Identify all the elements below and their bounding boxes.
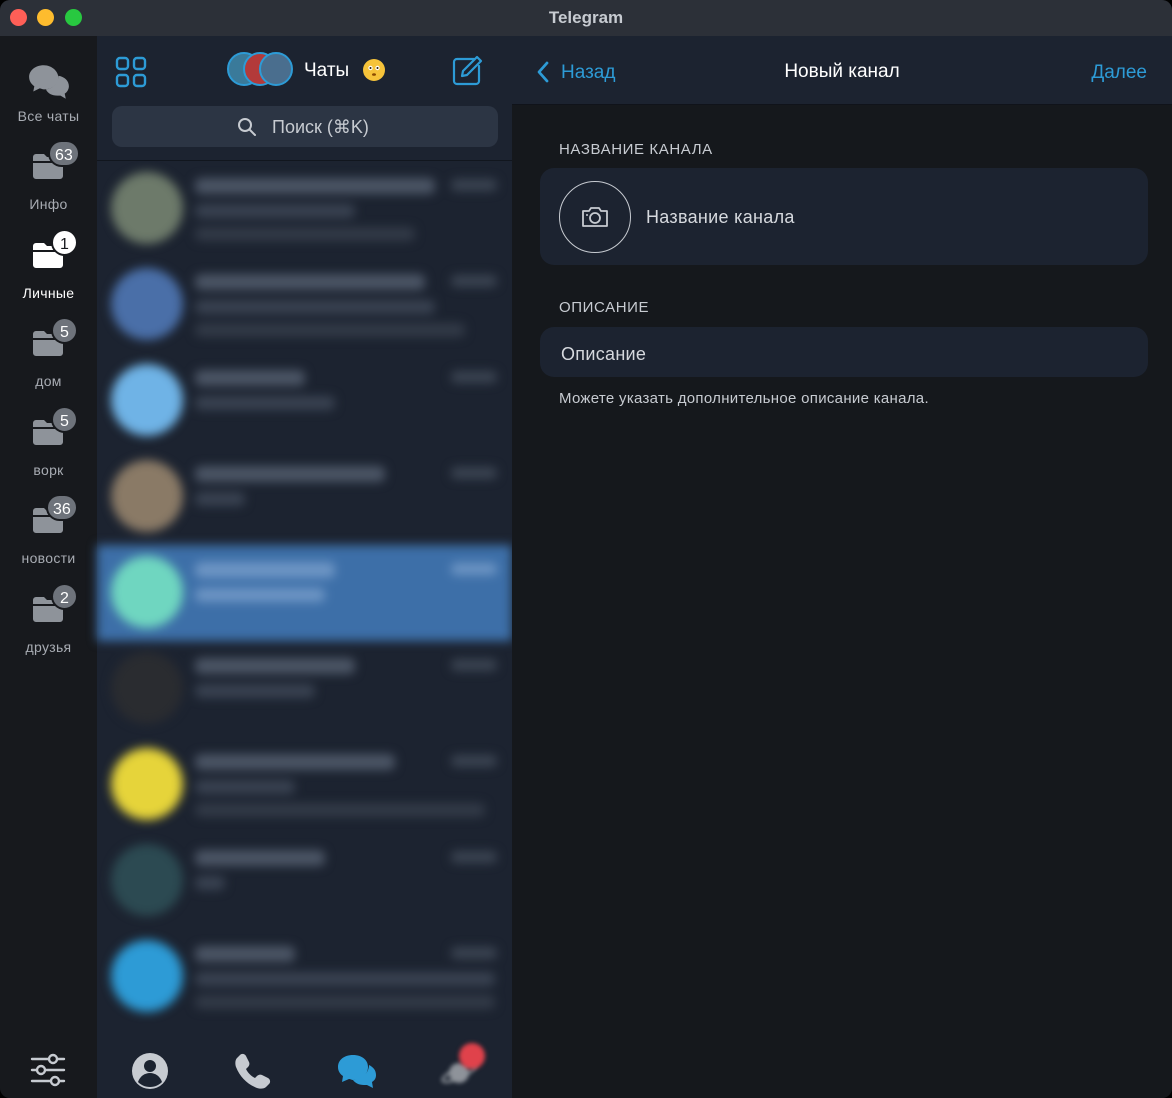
folder-label: новости — [21, 550, 76, 566]
avatar — [111, 556, 183, 628]
description-input[interactable]: Описание — [561, 344, 646, 365]
list-item[interactable] — [97, 353, 512, 449]
unread-badge: 5 — [51, 406, 78, 433]
search-placeholder: Поиск (⌘K) — [272, 117, 369, 137]
folder-news[interactable]: 36 новости — [0, 488, 97, 568]
avatar — [111, 364, 183, 436]
folder-label: Личные — [22, 285, 75, 301]
telegram-window: Telegram Все чаты 63 Инфо 1 Личные 5 дом… — [0, 0, 1172, 1098]
folder-label: ворк — [33, 462, 64, 478]
folder-label: Все чаты — [17, 108, 80, 124]
avatar — [111, 460, 183, 532]
chats-title: Чаты — [304, 60, 350, 81]
list-item[interactable] — [97, 449, 512, 545]
page-title: Новый канал — [784, 61, 900, 82]
folder-label: Инфо — [29, 196, 68, 212]
chat-list-header: Чаты Поиск (⌘K) — [97, 36, 512, 161]
description-card: Описание — [540, 327, 1148, 377]
folder-label: дом — [35, 373, 62, 389]
profile-icon[interactable] — [128, 1049, 172, 1093]
window-title: Telegram — [548, 8, 624, 27]
folder-all-chats[interactable]: Все чаты — [0, 46, 97, 126]
unread-badge: 36 — [46, 494, 78, 521]
unread-badge: 2 — [51, 583, 78, 610]
description-hint: Можете указать дополнительное описание к… — [559, 390, 929, 407]
bottom-tab-bar — [97, 1037, 512, 1098]
folder-work[interactable]: 5 ворк — [0, 400, 97, 480]
avatar — [111, 268, 183, 340]
panel-header: Назад Новый канал Далее — [512, 36, 1172, 105]
avatar — [111, 748, 183, 820]
chats-icon[interactable] — [335, 1049, 379, 1093]
chats-icon — [29, 65, 69, 99]
search-icon — [238, 118, 256, 136]
status-emoji-icon[interactable] — [363, 59, 385, 81]
folder-home[interactable]: 5 дом — [0, 311, 97, 391]
folders-rail: Все чаты 63 Инфо 1 Личные 5 дом 5 ворк 3… — [0, 36, 97, 1098]
channel-name-section-label: НАЗВАНИЕ КАНАЛА — [559, 141, 713, 158]
list-item[interactable] — [97, 161, 512, 257]
camera-icon — [582, 207, 608, 227]
unread-badge: 5 — [51, 317, 78, 344]
channel-name-input[interactable]: Название канала — [646, 207, 795, 228]
list-item[interactable] — [97, 641, 512, 737]
avatar — [111, 844, 183, 916]
new-channel-panel: Назад Новый канал Далее НАЗВАНИЕ КАНАЛА … — [512, 36, 1172, 1098]
unread-badge: 1 — [51, 229, 78, 256]
list-item[interactable] — [97, 545, 512, 641]
chat-rows — [97, 161, 512, 1037]
stories-avatars[interactable] — [227, 52, 293, 88]
folder-info[interactable]: 63 Инфо — [0, 134, 97, 214]
unread-badge: 63 — [48, 140, 80, 167]
folder-label: друзья — [25, 639, 72, 655]
avatar — [259, 52, 293, 86]
title-bar: Telegram — [0, 0, 1172, 36]
folder-personal[interactable]: 1 Личные — [0, 223, 97, 303]
avatar — [111, 652, 183, 724]
list-item[interactable] — [97, 257, 512, 353]
notification-badge — [459, 1043, 485, 1069]
search-input[interactable]: Поиск (⌘K) — [112, 106, 498, 147]
avatar — [111, 940, 183, 1012]
channel-name-card: Название канала — [540, 168, 1148, 265]
list-item[interactable] — [97, 737, 512, 833]
list-item[interactable] — [97, 833, 512, 929]
grid-icon[interactable] — [115, 56, 147, 88]
description-section-label: ОПИСАНИЕ — [559, 299, 650, 316]
phone-icon[interactable] — [231, 1049, 275, 1093]
list-item[interactable] — [97, 929, 512, 1025]
folder-friends[interactable]: 2 друзья — [0, 577, 97, 657]
next-button[interactable]: Далее — [1091, 62, 1147, 84]
settings-sliders-icon[interactable] — [28, 1050, 68, 1090]
avatar — [111, 172, 183, 244]
channel-photo-button[interactable] — [559, 181, 631, 253]
compose-icon[interactable] — [450, 54, 484, 88]
chat-list-column: Чаты Поиск (⌘K) — [97, 36, 512, 1098]
